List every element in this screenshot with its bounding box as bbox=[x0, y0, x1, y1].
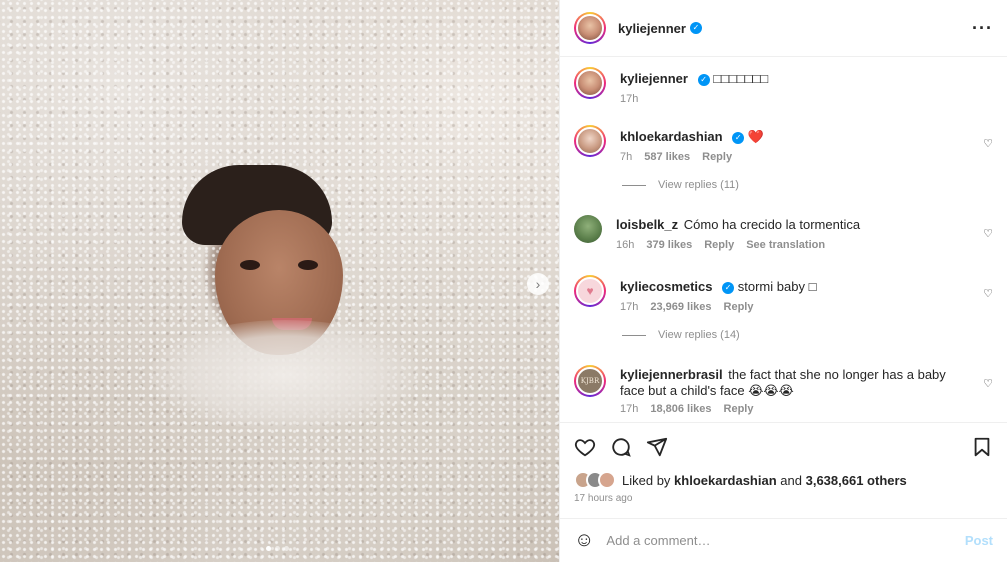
post-timestamp[interactable]: 17 hours ago bbox=[574, 493, 993, 504]
post-dialog: › kyliejenner ✓ ··· kyliejenner ✓ □□□□□□… bbox=[0, 0, 1007, 562]
post-header: kyliejenner ✓ ··· bbox=[560, 0, 1007, 57]
reply-button[interactable]: Reply bbox=[704, 239, 734, 251]
likes-summary: Liked by khloekardashian and 3,638,661 o… bbox=[574, 471, 993, 489]
verified-badge-icon: ✓ bbox=[722, 281, 735, 294]
view-replies-label: View replies (11) bbox=[658, 179, 739, 191]
caption-username[interactable]: kyliejenner bbox=[620, 71, 688, 86]
verified-badge-icon: ✓ bbox=[732, 131, 745, 144]
carousel-dot bbox=[284, 546, 289, 551]
heart-icon[interactable]: ♡ bbox=[983, 377, 993, 390]
comment-time: 7h bbox=[620, 151, 633, 163]
view-replies-button[interactable]: View replies (14) bbox=[622, 329, 740, 341]
verified-badge-icon: ✓ bbox=[689, 22, 702, 34]
comment-likes[interactable]: 18,806 likes bbox=[650, 403, 711, 415]
author-username[interactable]: kyliejenner bbox=[618, 21, 686, 36]
divider bbox=[622, 184, 646, 186]
carousel-next-button[interactable]: › bbox=[527, 273, 549, 295]
comment-username[interactable]: loisbelk_z bbox=[616, 217, 678, 232]
comment-username[interactable]: kyliejennerbrasil bbox=[620, 367, 723, 382]
comment-time: 17h bbox=[620, 403, 639, 415]
see-translation-button[interactable]: See translation bbox=[746, 239, 825, 251]
list-item: khloekardashian ✓ ❤️ 7h 587 likes Reply … bbox=[574, 125, 993, 163]
more-horizontal-icon[interactable]: ··· bbox=[972, 18, 993, 39]
comment-likes[interactable]: 23,969 likes bbox=[650, 301, 711, 313]
carousel-dot bbox=[266, 546, 271, 551]
heart-icon[interactable]: ♡ bbox=[983, 137, 993, 150]
comment-icon[interactable] bbox=[610, 436, 632, 458]
list-item: ♥ kyliecosmetics ✓ stormi baby □ 17h 23,… bbox=[574, 275, 993, 313]
avatar[interactable] bbox=[574, 12, 606, 44]
divider bbox=[622, 334, 646, 336]
comment-text: Cómo ha crecido la tormentica bbox=[683, 217, 861, 232]
comment-time: 16h bbox=[616, 239, 635, 251]
photo-eye-right bbox=[298, 260, 318, 270]
avatar[interactable] bbox=[574, 125, 606, 157]
avatar-logo: KJBR bbox=[580, 377, 600, 385]
caption-time: 17h bbox=[620, 93, 639, 105]
comment-text: stormi baby □ bbox=[737, 279, 817, 294]
list-item: KJBR kyliejennerbrasil the fact that she… bbox=[574, 365, 993, 415]
comment-likes[interactable]: 587 likes bbox=[644, 151, 690, 163]
reply-button[interactable]: Reply bbox=[702, 151, 732, 163]
avatar[interactable] bbox=[574, 67, 606, 99]
smiley-icon[interactable]: ☺ bbox=[574, 529, 594, 552]
heart-icon[interactable]: ♡ bbox=[983, 287, 993, 300]
list-item: loisbelk_z Cómo ha crecido la tormentica… bbox=[574, 215, 993, 251]
carousel-dot bbox=[275, 546, 280, 551]
post-side-panel: kyliejenner ✓ ··· kyliejenner ✓ □□□□□□□ … bbox=[559, 0, 1007, 562]
bubble-foam-front bbox=[150, 320, 420, 430]
carousel-indicator bbox=[266, 546, 289, 551]
photo-eye-left bbox=[240, 260, 260, 270]
comment-likes[interactable]: 379 likes bbox=[646, 239, 692, 251]
comment-text: ❤️ bbox=[747, 129, 765, 144]
post-actions: Liked by khloekardashian and 3,638,661 o… bbox=[560, 422, 1007, 504]
heart-icon[interactable] bbox=[574, 436, 596, 458]
bookmark-icon[interactable] bbox=[971, 436, 993, 458]
view-replies-label: View replies (14) bbox=[658, 329, 740, 341]
others-count[interactable]: 3,638,661 others bbox=[806, 473, 907, 488]
avatar[interactable]: KJBR bbox=[574, 365, 606, 397]
post-photo: › bbox=[0, 0, 559, 562]
post-caption: kyliejenner ✓ □□□□□□□ 17h bbox=[574, 67, 993, 105]
liked-and-label: and bbox=[780, 472, 802, 488]
comments-list[interactable]: kyliejenner ✓ □□□□□□□ 17h khloekardashia… bbox=[560, 57, 1007, 422]
avatar[interactable]: ♥ bbox=[574, 275, 606, 307]
comment-username[interactable]: kyliecosmetics bbox=[620, 279, 713, 294]
reply-button[interactable]: Reply bbox=[724, 403, 754, 415]
comment-input[interactable] bbox=[606, 533, 965, 548]
liked-by-label: Liked by bbox=[622, 472, 671, 488]
caption-text: □□□□□□□ bbox=[713, 71, 769, 86]
lips-logo-icon: ♥ bbox=[586, 284, 594, 298]
reply-button[interactable]: Reply bbox=[724, 301, 754, 313]
chevron-right-icon: › bbox=[535, 276, 541, 292]
verified-badge-icon: ✓ bbox=[697, 73, 710, 86]
view-replies-button[interactable]: View replies (11) bbox=[622, 179, 739, 191]
avatar bbox=[598, 471, 616, 489]
post-button[interactable]: Post bbox=[965, 533, 993, 548]
avatar[interactable] bbox=[574, 215, 602, 243]
heart-icon[interactable]: ♡ bbox=[983, 227, 993, 240]
add-comment-bar: ☺ Post bbox=[560, 518, 1007, 562]
comment-time: 17h bbox=[620, 301, 639, 313]
send-icon[interactable] bbox=[646, 436, 668, 458]
comment-username[interactable]: khloekardashian bbox=[620, 129, 723, 144]
liked-by-user[interactable]: khloekardashian bbox=[674, 473, 777, 488]
